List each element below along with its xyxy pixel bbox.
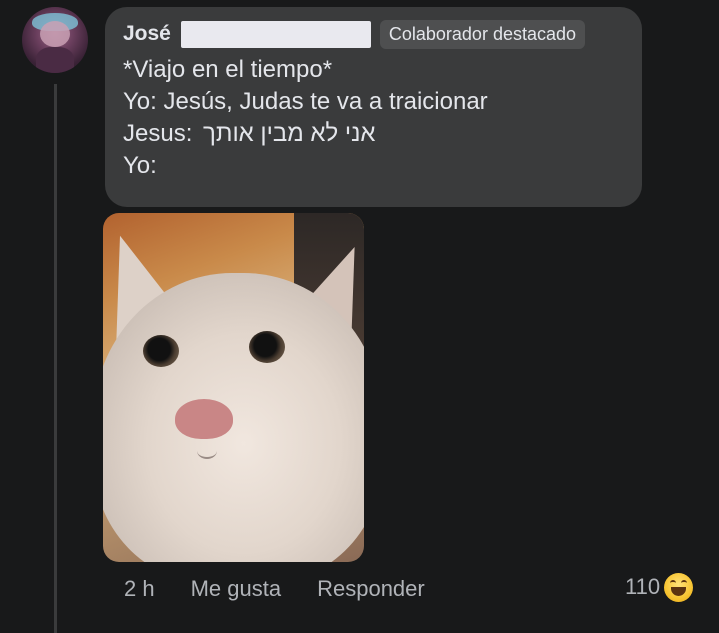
comment-header: José Colaborador destacado: [123, 19, 624, 49]
comment-bubble: José Colaborador destacado *Viajo en el …: [105, 7, 642, 207]
thread-line: [54, 84, 57, 633]
cat-nose: [175, 399, 233, 439]
haha-right-eye: [681, 579, 688, 586]
reaction-count: 110: [625, 574, 661, 599]
comment-timestamp[interactable]: 2 h: [124, 576, 155, 602]
cat-left-eye: [143, 335, 179, 367]
hebrew-line-prefix: Jesus:: [123, 120, 193, 147]
hebrew-line-text: אני לא מבין אותך: [203, 120, 376, 147]
author-name[interactable]: José: [123, 22, 171, 46]
author-avatar[interactable]: [22, 7, 88, 73]
cat-head: [103, 273, 364, 562]
avatar-face: [40, 21, 70, 47]
haha-mouth: [671, 586, 687, 596]
cat-right-eye: [249, 331, 285, 363]
comment-line-1: *Viajo en el tiempo*: [123, 56, 333, 83]
comment-line-4: Yo:: [123, 152, 157, 179]
haha-icon: [664, 572, 694, 602]
comment-line-3: Jesus: אני לא מבין אותך: [123, 118, 624, 150]
comment-actions: 2 h Me gusta Responder: [124, 574, 461, 604]
cat-photo[interactable]: [103, 213, 364, 562]
comment-line-2: Yo: Jesús, Judas te va a traicionar: [123, 88, 488, 115]
cat-mouth: [197, 443, 217, 459]
top-contributor-badge: Colaborador destacado: [379, 19, 586, 49]
avatar-body: [36, 47, 74, 73]
reply-button[interactable]: Responder: [317, 576, 425, 602]
like-button[interactable]: Me gusta: [191, 576, 282, 602]
comment-text: *Viajo en el tiempo* Yo: Jesús, Judas te…: [123, 54, 624, 182]
haha-left-eye: [670, 579, 677, 586]
redacted-surname: [180, 20, 371, 48]
reactions-summary[interactable]: 110: [625, 571, 694, 603]
